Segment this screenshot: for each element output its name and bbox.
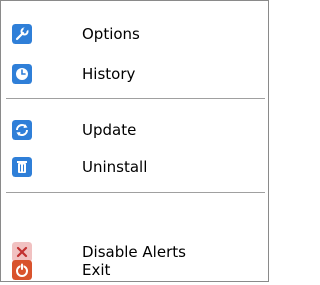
menu-item-label: Update bbox=[82, 121, 137, 139]
menu-item-label: Exit bbox=[82, 261, 111, 279]
menu-item-update[interactable]: Update bbox=[1, 115, 268, 145]
menu-item-uninstall[interactable]: Uninstall bbox=[1, 152, 268, 182]
wrench-icon bbox=[12, 24, 32, 44]
trash-icon bbox=[12, 157, 32, 177]
refresh-icon bbox=[12, 120, 32, 140]
context-menu: Options History Update Uninstall Disable… bbox=[0, 0, 269, 282]
menu-item-exit[interactable]: Exit bbox=[1, 255, 268, 285]
menu-separator bbox=[6, 98, 265, 100]
menu-item-options[interactable]: Options bbox=[1, 19, 268, 49]
menu-item-history[interactable]: History bbox=[1, 59, 268, 89]
clock-icon bbox=[12, 64, 32, 84]
menu-separator bbox=[6, 192, 265, 194]
menu-item-label: History bbox=[82, 65, 136, 83]
power-icon bbox=[12, 260, 32, 280]
menu-item-label: Uninstall bbox=[82, 158, 148, 176]
menu-item-label: Options bbox=[82, 25, 140, 43]
